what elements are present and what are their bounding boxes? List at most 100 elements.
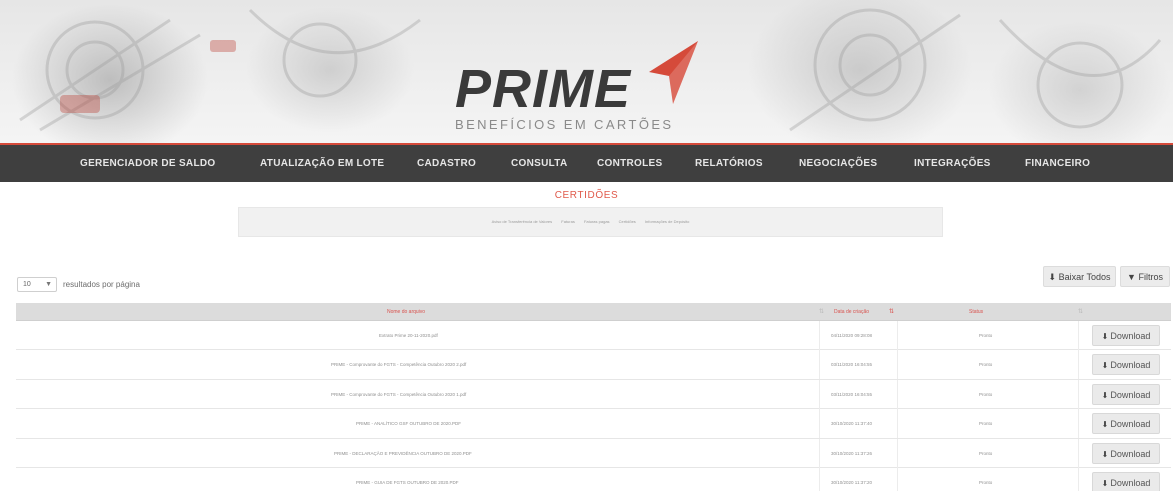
status-cell: Pronto xyxy=(979,450,993,456)
sort-icon[interactable]: ⇅ xyxy=(819,303,824,321)
chevron-down-icon: ▼ xyxy=(45,281,52,288)
created-date-cell: 03/11/2020 16:04:55 xyxy=(831,362,872,368)
column-divider xyxy=(819,409,820,439)
column-header-file-name[interactable]: Nome do arquivo xyxy=(387,303,425,321)
created-date-cell: 03/11/2020 16:04:55 xyxy=(831,391,872,397)
logo-tagline: BENEFÍCIOS EM CARTÕES xyxy=(455,117,674,132)
subnav-item-faturas-pagas[interactable]: Faturas pagas xyxy=(584,219,610,224)
sort-desc-icon[interactable]: ⇅ xyxy=(889,303,894,321)
column-divider xyxy=(819,467,820,491)
column-divider xyxy=(819,379,820,409)
download-label: Download xyxy=(1110,331,1151,341)
download-button[interactable]: ⬇ Download xyxy=(1092,442,1160,464)
download-button[interactable]: ⬇ Download xyxy=(1092,413,1160,435)
nav-item-integracoes[interactable]: INTEGRAÇÕES xyxy=(914,145,991,182)
column-divider xyxy=(1078,350,1079,380)
nav-item-negociacoes[interactable]: NEGOCIAÇÕES xyxy=(799,145,877,182)
nav-item-financeiro[interactable]: FINANCEIRO xyxy=(1025,145,1090,182)
status-cell: Pronto xyxy=(979,391,993,397)
nav-item-consulta[interactable]: CONSULTA xyxy=(511,145,567,182)
column-divider xyxy=(1078,409,1079,439)
file-name-cell[interactable]: Extrato Prime 20-11-2020.pdf xyxy=(379,321,438,350)
file-name-cell[interactable]: PRIME - DECLARAÇÃO E PREVIDÊNCIA OUTUBRO… xyxy=(334,439,472,468)
download-icon: ⬇ xyxy=(1101,449,1109,459)
brand-logo[interactable]: PRIME BENEFÍCIOS EM CARTÕES xyxy=(447,38,717,132)
download-icon: ⬇ xyxy=(1048,272,1057,282)
main-nav: GERENCIADOR DE SALDO ATUALIZAÇÃO EM LOTE… xyxy=(0,143,1173,182)
download-button[interactable]: ⬇ Download xyxy=(1092,354,1160,376)
file-name-cell[interactable]: PRIME - GUIA DE FGTS OUTUBRO DE 2020.PDF xyxy=(356,468,459,491)
column-header-status[interactable]: Status xyxy=(969,303,983,321)
filters-label: Filtros xyxy=(1138,272,1163,282)
nav-item-cadastro[interactable]: CADASTRO xyxy=(417,145,476,182)
download-label: Download xyxy=(1110,448,1151,459)
download-icon: ⬇ xyxy=(1101,478,1109,488)
download-label: Download xyxy=(1110,360,1151,371)
nav-item-controles[interactable]: CONTROLES xyxy=(597,145,662,182)
download-all-button[interactable]: ⬇ Baixar Todos xyxy=(1043,266,1116,287)
status-cell: Pronto xyxy=(979,421,993,427)
table-row: PRIME - Comprovante do FGTS - Competênci… xyxy=(16,350,1171,380)
file-name-cell[interactable]: PRIME - ANALÍTICO GSF OUTUBRO DE 2020.PD… xyxy=(356,409,461,438)
table-header: Nome do arquivo ⇅ Data de criação ⇅ Stat… xyxy=(16,303,1171,321)
table-row: Extrato Prime 20-11-2020.pdf 04/11/2020 … xyxy=(16,321,1171,351)
column-divider xyxy=(897,350,898,380)
sub-navigation: Aviso de Transferência de Valores Fatura… xyxy=(238,207,943,237)
page-title: CERTIDÕES xyxy=(554,190,619,201)
download-button[interactable]: ⬇ Download xyxy=(1092,325,1160,346)
status-cell: Pronto xyxy=(979,362,993,368)
status-cell: Pronto xyxy=(979,479,993,485)
download-button[interactable]: ⬇ Download xyxy=(1092,383,1160,405)
filters-button[interactable]: ▼ Filtros xyxy=(1120,266,1170,287)
download-label: Download xyxy=(1110,389,1151,400)
table-row: PRIME - Comprovante do FGTS - Competênci… xyxy=(16,379,1171,410)
page-length-label: resultados por página xyxy=(63,280,140,289)
column-divider xyxy=(1078,321,1079,350)
nav-item-relatorios[interactable]: RELATÓRIOS xyxy=(695,145,763,182)
logo-arrow-icon xyxy=(649,41,698,104)
column-divider xyxy=(897,467,898,491)
download-icon: ⬇ xyxy=(1101,420,1109,430)
subnav-item-informacoes-deposito[interactable]: Informações de Depósito xyxy=(645,219,689,224)
download-icon: ⬇ xyxy=(1101,390,1109,400)
subnav-item-faturas[interactable]: Faturas xyxy=(561,219,575,224)
download-label: Download xyxy=(1110,419,1151,430)
column-divider xyxy=(897,379,898,409)
nav-item-atualizacao-em-lote[interactable]: ATUALIZAÇÃO EM LOTE xyxy=(260,145,384,182)
download-all-label: Baixar Todos xyxy=(1058,272,1111,282)
download-button[interactable]: ⬇ Download xyxy=(1092,471,1160,491)
sort-icon[interactable]: ⇅ xyxy=(1078,303,1083,321)
file-name-cell[interactable]: PRIME - Comprovante do FGTS - Competênci… xyxy=(331,380,466,409)
created-date-cell: 30/10/2020 11:37:26 xyxy=(831,450,872,456)
file-name-cell[interactable]: PRIME - Comprovante do FGTS - Competênci… xyxy=(331,350,466,379)
column-divider xyxy=(897,321,898,350)
page-length-select[interactable]: 10 ▼ xyxy=(17,277,57,292)
column-divider xyxy=(819,350,820,380)
logo-wordmark: PRIME xyxy=(455,59,632,119)
column-divider xyxy=(897,438,898,468)
nav-item-gerenciador-de-saldo[interactable]: GERENCIADOR DE SALDO xyxy=(80,145,215,182)
certificates-table: Nome do arquivo ⇅ Data de criação ⇅ Stat… xyxy=(16,303,1171,491)
status-cell: Pronto xyxy=(979,333,993,338)
created-date-cell: 30/10/2020 11:37:20 xyxy=(831,479,872,485)
column-divider xyxy=(1078,379,1079,409)
column-divider xyxy=(1078,438,1079,468)
page-length-value: 10 xyxy=(23,281,31,288)
column-header-created[interactable]: Data de criação xyxy=(834,303,869,321)
column-divider xyxy=(1078,467,1079,491)
table-row: PRIME - GUIA DE FGTS OUTUBRO DE 2020.PDF… xyxy=(16,467,1171,491)
table-row: PRIME - ANALÍTICO GSF OUTUBRO DE 2020.PD… xyxy=(16,409,1171,439)
created-date-cell: 30/10/2020 11:37:40 xyxy=(831,421,872,427)
created-date-cell: 04/11/2020 09:28:08 xyxy=(831,333,872,338)
subnav-item-certidoes[interactable]: Certidões xyxy=(619,219,636,224)
filter-icon: ▼ xyxy=(1127,272,1136,282)
header-banner: PRIME BENEFÍCIOS EM CARTÕES xyxy=(0,0,1173,143)
subnav-item-aviso[interactable]: Aviso de Transferência de Valores xyxy=(492,219,553,224)
download-icon: ⬇ xyxy=(1101,332,1109,341)
table-row: PRIME - DECLARAÇÃO E PREVIDÊNCIA OUTUBRO… xyxy=(16,438,1171,468)
column-divider xyxy=(819,321,820,350)
column-divider xyxy=(897,409,898,439)
download-icon: ⬇ xyxy=(1101,361,1109,371)
column-divider xyxy=(819,438,820,468)
download-label: Download xyxy=(1110,477,1151,488)
